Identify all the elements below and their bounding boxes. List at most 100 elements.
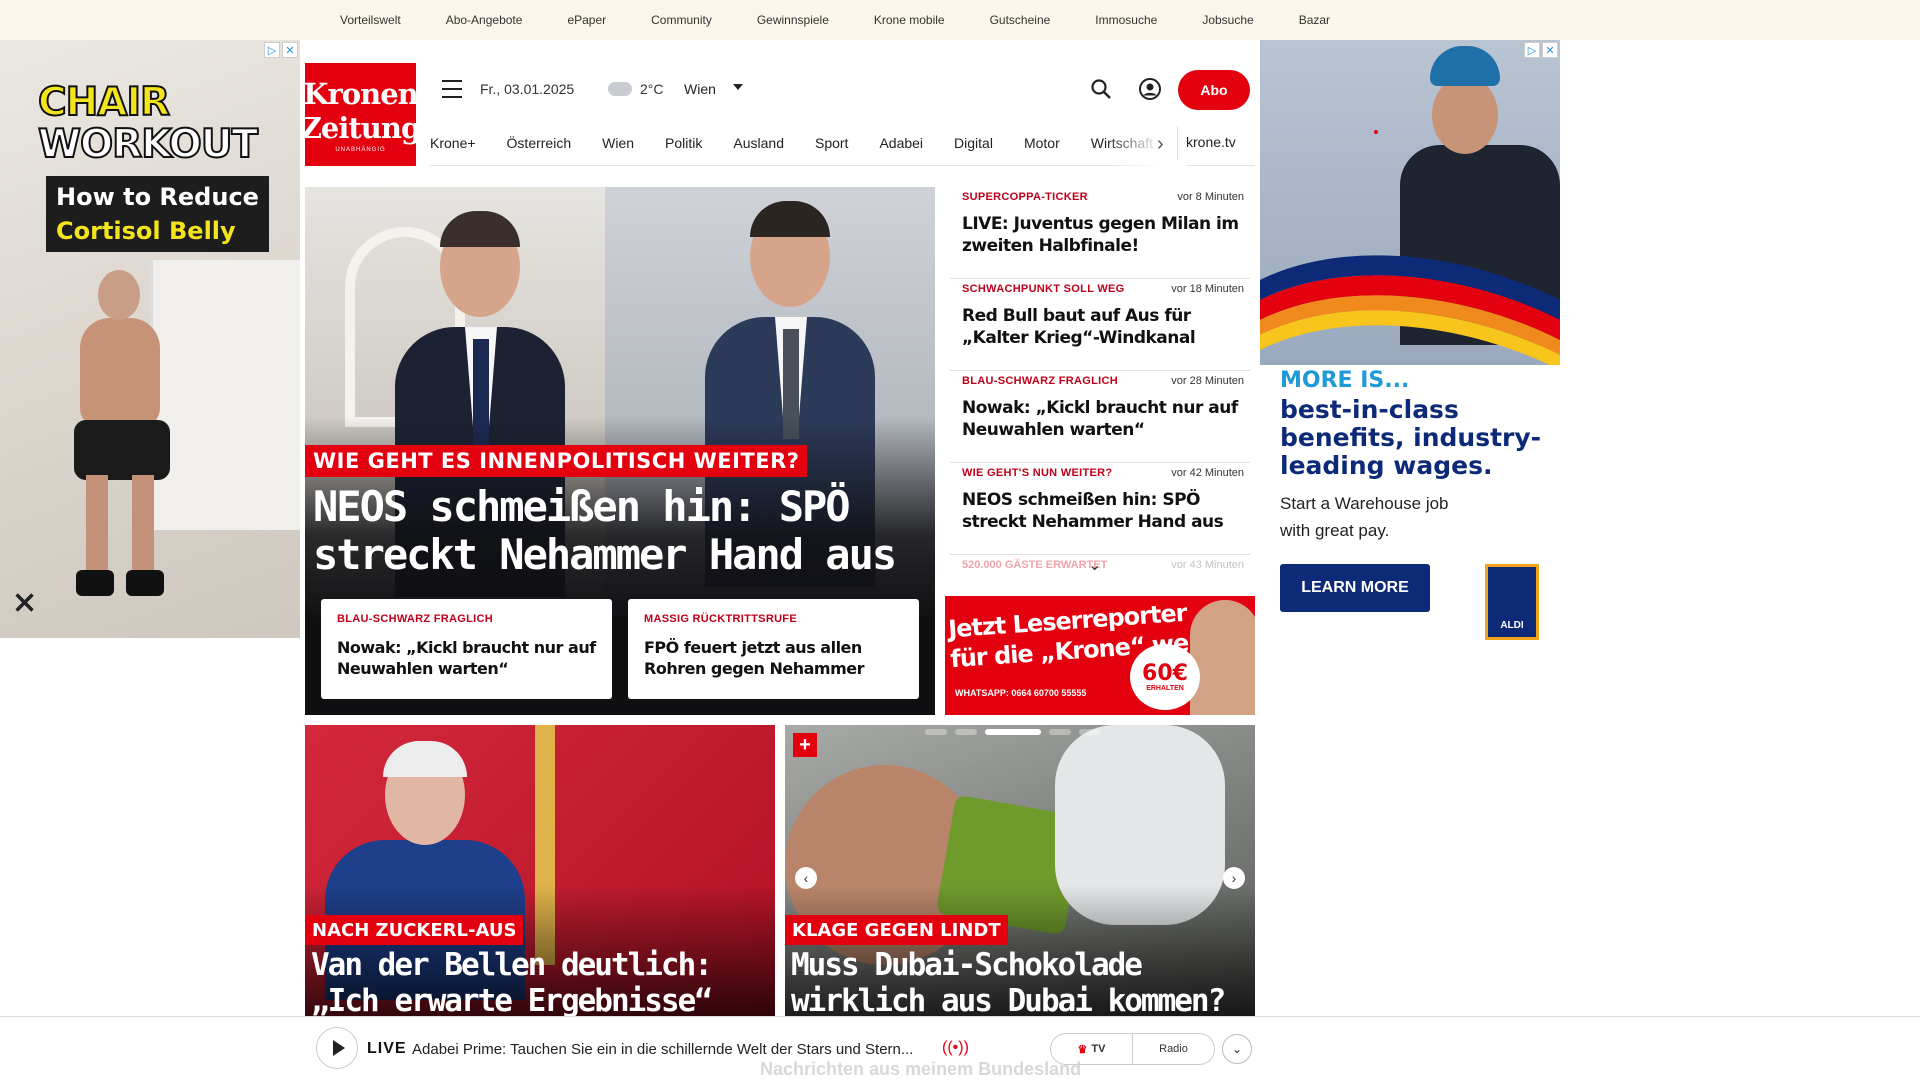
ticker-item[interactable]: WIE GEHT'S NUN WEITER? vor 42 Minuten NE… xyxy=(950,463,1250,555)
ticker-time: vor 42 Minuten xyxy=(1171,467,1244,479)
ad-close-icon[interactable]: ✕ xyxy=(1542,42,1558,58)
service-link-community[interactable]: Community xyxy=(651,13,712,27)
nav-item-krone-tv[interactable]: krone.tv xyxy=(1186,134,1236,150)
nav-item-motor[interactable]: Motor xyxy=(1024,135,1060,151)
ticker-title: LIVE: Juventus gegen Milan im zweiten Ha… xyxy=(962,214,1239,256)
nav-item-adabei[interactable]: Adabei xyxy=(879,135,923,151)
temperature: 2°C xyxy=(640,81,664,97)
related-card-title: FPÖ feuert jetzt aus allen Rohren gegen … xyxy=(644,638,865,678)
ticker-kicker: 520.000 GÄSTE ERWARTET xyxy=(962,559,1108,571)
related-card-title: Nowak: „Kickl braucht nur auf Neuwahlen … xyxy=(337,638,596,678)
user-account-icon[interactable] xyxy=(1138,77,1162,101)
story-kicker: NACH ZUCKERL-AUS xyxy=(305,915,524,945)
tv-toggle-option[interactable]: ♛ TV xyxy=(1051,1034,1133,1064)
story-title: Muss Dubai-Schokolade wirklich aus Dubai… xyxy=(791,947,1226,1017)
ticker-item[interactable]: SCHWACHPUNKT SOLL WEG vor 18 Minuten Red… xyxy=(950,279,1250,371)
nav-item-wien[interactable]: Wien xyxy=(602,135,634,151)
chevron-down-icon[interactable] xyxy=(733,84,743,90)
ticker-kicker: SUPERCOPPA-TICKER xyxy=(962,191,1088,203)
live-label: LIVE xyxy=(367,1040,407,1057)
player-expand-chevron-icon[interactable]: ⌄ xyxy=(1222,1034,1252,1064)
service-links: Vorteilswelt Abo-Angebote ePaper Communi… xyxy=(340,0,1375,40)
story-kicker: KLAGE GEGEN LINDT xyxy=(785,915,1008,945)
nav-item-politik[interactable]: Politik xyxy=(665,135,702,151)
ad-more-is: MORE IS... xyxy=(1280,368,1410,393)
carousel-dot-active[interactable] xyxy=(985,729,1041,735)
hero-article[interactable]: WIE GEHT ES INNENPOLITISCH WEITER? NEOS … xyxy=(305,187,935,715)
ad-info-icon[interactable]: ▷ xyxy=(264,42,280,58)
ad-subheadline-line2: Cortisol Belly xyxy=(56,217,236,245)
cloud-icon xyxy=(608,82,632,96)
service-link-epaper[interactable]: ePaper xyxy=(567,13,606,27)
ticker-time: vor 28 Minuten xyxy=(1171,375,1244,387)
ad-choices[interactable]: ▷ ✕ xyxy=(264,42,298,58)
broadcast-icon: ((•)) xyxy=(942,1039,969,1056)
ad-person-image xyxy=(60,270,180,600)
story-carousel[interactable]: + ‹ › KLAGE GEGEN LINDT Muss Dubai-Schok… xyxy=(785,725,1255,1017)
ad-right-headline: best-in-class benefits, industry-leading… xyxy=(1280,395,1542,480)
story-card[interactable]: NACH ZUCKERL-AUS Van der Bellen deutlich… xyxy=(305,725,775,1017)
ad-headline-line1: CHAIR xyxy=(37,80,171,125)
search-icon[interactable] xyxy=(1090,78,1112,100)
nav-scroll-right-icon[interactable]: › xyxy=(1157,133,1164,156)
aldi-logo: ALDI xyxy=(1485,564,1539,640)
kronen-zeitung-logo[interactable]: Kronen Zeitung UNABHÄNGIG xyxy=(301,63,421,166)
ad-info-icon[interactable]: ▷ xyxy=(1524,42,1540,58)
service-link-abo-angebote[interactable]: Abo-Angebote xyxy=(446,13,523,27)
abo-button[interactable]: Abo xyxy=(1178,70,1250,110)
ticker-kicker: WIE GEHT'S NUN WEITER? xyxy=(962,467,1113,479)
carousel-dot[interactable] xyxy=(1079,729,1101,735)
nav-item-oesterreich[interactable]: Österreich xyxy=(507,135,572,151)
nav-fade xyxy=(1106,120,1186,166)
hero-related-card[interactable]: MASSIG RÜCKTRITTSRUFE FPÖ feuert jetzt a… xyxy=(628,599,919,699)
ticker-kicker: BLAU-SCHWARZ FRAGLICH xyxy=(962,375,1119,387)
nav-item-krone-plus[interactable]: Krone+ xyxy=(430,135,476,151)
menu-icon[interactable] xyxy=(442,80,462,98)
ticker-time: vor 43 Minuten xyxy=(1171,559,1244,571)
service-link-immosuche[interactable]: Immosuche xyxy=(1095,13,1157,27)
nav-item-ausland[interactable]: Ausland xyxy=(733,135,784,151)
carousel-dot[interactable] xyxy=(1049,729,1071,735)
service-link-jobsuche[interactable]: Jobsuche xyxy=(1202,13,1253,27)
ad-close-icon[interactable]: ✕ xyxy=(282,42,298,58)
news-ticker: SUPERCOPPA-TICKER vor 8 Minuten LIVE: Ju… xyxy=(945,187,1255,587)
ticker-item[interactable]: BLAU-SCHWARZ FRAGLICH vor 28 Minuten Now… xyxy=(950,371,1250,463)
radio-toggle-option[interactable]: Radio xyxy=(1133,1034,1214,1064)
ad-choices-right[interactable]: ▷ ✕ xyxy=(1524,42,1558,58)
nav-item-digital[interactable]: Digital xyxy=(954,135,993,151)
carousel-pagination xyxy=(925,729,1101,735)
ad-worker-photo xyxy=(1260,40,1560,365)
play-icon xyxy=(333,1040,345,1056)
right-ad-banner[interactable]: ▷ ✕ MORE IS... best-in-class benefits, i… xyxy=(1260,40,1560,640)
ad-stripes-graphic xyxy=(1260,255,1560,365)
ticker-title: Red Bull baut auf Aus für „Kalter Krieg“… xyxy=(962,306,1196,348)
service-bar: Vorteilswelt Abo-Angebote ePaper Communi… xyxy=(0,0,1920,40)
site-header: Kronen Zeitung UNABHÄNGIG Fr., 03.01.202… xyxy=(301,40,1378,166)
krone-plus-icon: + xyxy=(793,733,817,757)
service-link-gutscheine[interactable]: Gutscheine xyxy=(990,13,1051,27)
hero-title[interactable]: NEOS schmeißen hin: SPÖ streckt Nehammer… xyxy=(313,483,923,579)
service-link-gewinnspiele[interactable]: Gewinnspiele xyxy=(757,13,829,27)
service-link-vorteilswelt[interactable]: Vorteilswelt xyxy=(340,13,401,27)
play-button[interactable] xyxy=(316,1027,358,1069)
service-link-krone-mobile[interactable]: Krone mobile xyxy=(874,13,945,27)
leserreporter-banner[interactable]: Jetzt Leserreporter für die „Krone“ werd… xyxy=(945,596,1255,715)
nav-item-sport[interactable]: Sport xyxy=(815,135,848,151)
current-date: Fr., 03.01.2025 xyxy=(480,81,575,97)
city-selector[interactable]: Wien xyxy=(684,81,716,97)
hero-related-card[interactable]: BLAU-SCHWARZ FRAGLICH Nowak: „Kickl brau… xyxy=(321,599,612,699)
ticker-title: Nowak: „Kickl braucht nur auf Neuwahlen … xyxy=(962,398,1238,440)
crown-icon: ♛ xyxy=(1077,1043,1088,1056)
carousel-dot[interactable] xyxy=(925,729,947,735)
leserreporter-person-image xyxy=(1190,600,1255,715)
service-link-bazar[interactable]: Bazar xyxy=(1299,13,1330,27)
left-ad-banner[interactable]: ▷ ✕ CHAIR WORKOUT How to Reduce Cortisol… xyxy=(0,40,300,638)
tv-toggle-label: TV xyxy=(1091,1043,1106,1055)
ad-right-subtext: Start a Warehouse job with great pay. xyxy=(1280,494,1449,540)
ticker-item[interactable]: SUPERCOPPA-TICKER vor 8 Minuten LIVE: Ju… xyxy=(950,187,1250,279)
whatsapp-number: WHATSAPP: 0664 60700 55555 xyxy=(955,688,1087,698)
learn-more-button[interactable]: LEARN MORE xyxy=(1280,564,1430,612)
live-description[interactable]: Adabei Prime: Tauchen Sie ein in die sch… xyxy=(412,1041,913,1058)
ticker-expand-chevron-icon[interactable]: ⌄ xyxy=(1088,555,1101,575)
carousel-dot[interactable] xyxy=(955,729,977,735)
